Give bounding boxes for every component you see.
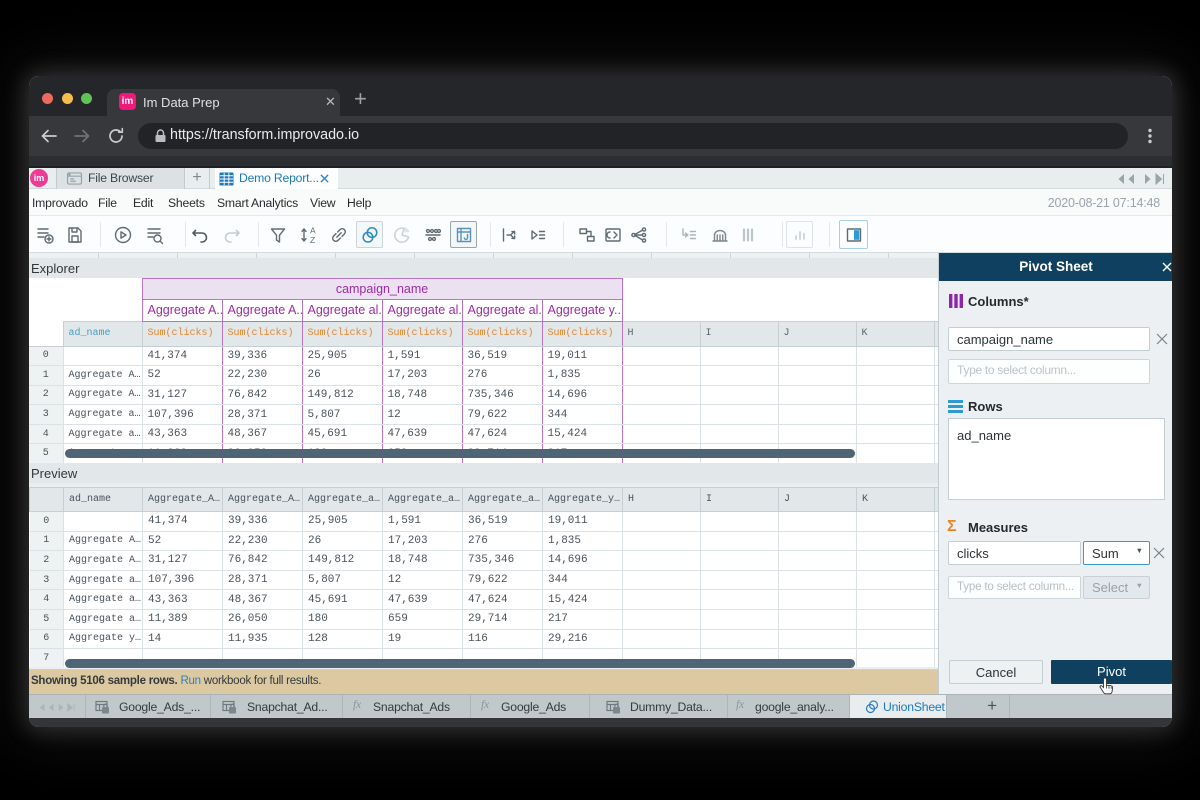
svg-text:Z: Z [310, 235, 315, 245]
svg-text:A: A [310, 225, 316, 235]
